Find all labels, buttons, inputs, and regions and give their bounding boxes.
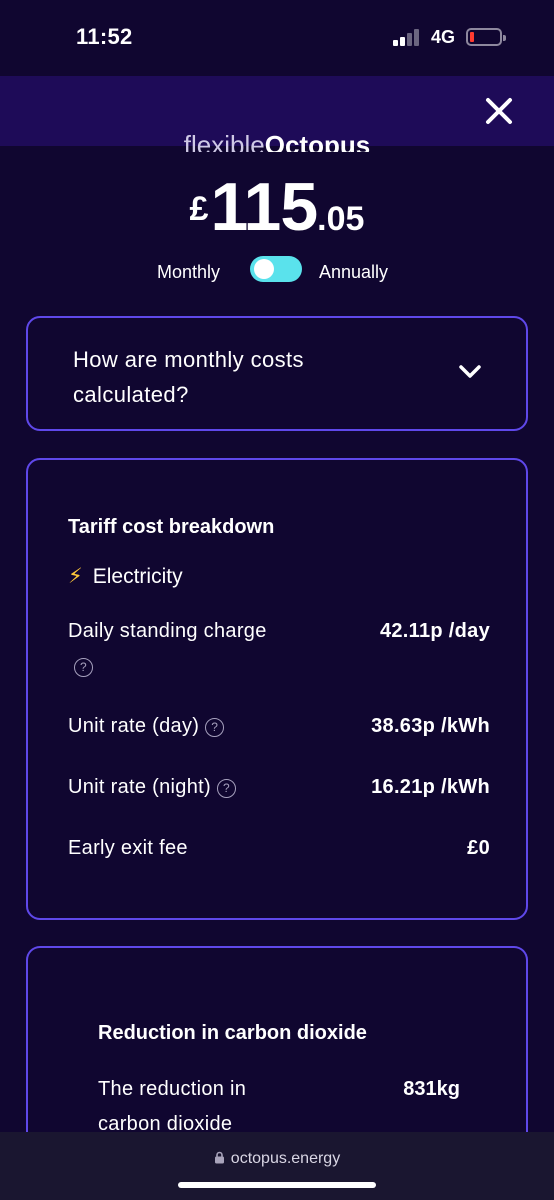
rate-label: Daily standing charge? <box>68 614 268 684</box>
rate-label: Early exit fee <box>68 837 188 859</box>
carbon-value: 831kg <box>403 1078 460 1100</box>
close-button[interactable] <box>482 94 516 128</box>
close-icon <box>486 98 512 124</box>
rate-value: £0 <box>467 837 490 859</box>
chevron-down-icon <box>459 365 481 378</box>
billing-period-toggle-row: Monthly Annually <box>0 254 554 288</box>
info-icon[interactable]: ? <box>216 779 236 798</box>
tariff-breakdown-title: Tariff cost breakdown <box>68 516 275 538</box>
info-icon[interactable]: ? <box>205 718 225 737</box>
fuel-type: ⚡ Electricity <box>68 564 183 589</box>
rate-value: 42.11p /day <box>379 620 490 642</box>
rate-value: 16.21p /kWh <box>371 776 490 798</box>
url-text: octopus.energy <box>230 1150 341 1167</box>
price-decimal: .05 <box>317 200 365 238</box>
browser-address-bar[interactable]: octopus.energy <box>0 1132 554 1200</box>
monthly-costs-accordion[interactable]: How are monthly costs calculated? <box>26 316 528 431</box>
annually-label[interactable]: Annually <box>319 262 388 283</box>
url-display[interactable]: octopus.energy <box>0 1150 554 1168</box>
lock-icon <box>214 1151 224 1164</box>
monthly-label[interactable]: Monthly <box>157 262 220 283</box>
price-integer: 115 <box>210 169 318 245</box>
signal-icon <box>393 28 423 46</box>
home-indicator <box>178 1182 376 1188</box>
fuel-label: Electricity <box>92 565 183 588</box>
status-time: 11:52 <box>76 24 133 49</box>
price-currency: £ <box>189 190 209 228</box>
carbon-title: Reduction in carbon dioxide <box>98 1022 367 1044</box>
rate-value: 38.63p /kWh <box>371 715 490 737</box>
lightning-icon: ⚡ <box>68 565 83 588</box>
info-icon[interactable]: ? <box>74 658 93 677</box>
rate-label: Unit rate (night)? <box>68 770 328 805</box>
price-display: £115.05 <box>0 168 554 246</box>
status-bar: 11:52 4G <box>0 0 554 76</box>
brand-name: Octopus <box>264 130 371 152</box>
tariff-breakdown-card: Tariff cost breakdown ⚡ Electricity Daily… <box>26 458 528 920</box>
accordion-title: How are monthly costs calculated? <box>73 347 304 407</box>
billing-period-toggle[interactable] <box>250 256 302 282</box>
tariff-brand: flexibleOctopus <box>0 130 554 152</box>
brand-prefix: flexible <box>183 130 265 152</box>
battery-icon <box>466 28 506 46</box>
rate-label: Unit rate (day)? <box>68 709 328 744</box>
toggle-knob <box>254 259 274 279</box>
network-type: 4G <box>431 27 456 47</box>
